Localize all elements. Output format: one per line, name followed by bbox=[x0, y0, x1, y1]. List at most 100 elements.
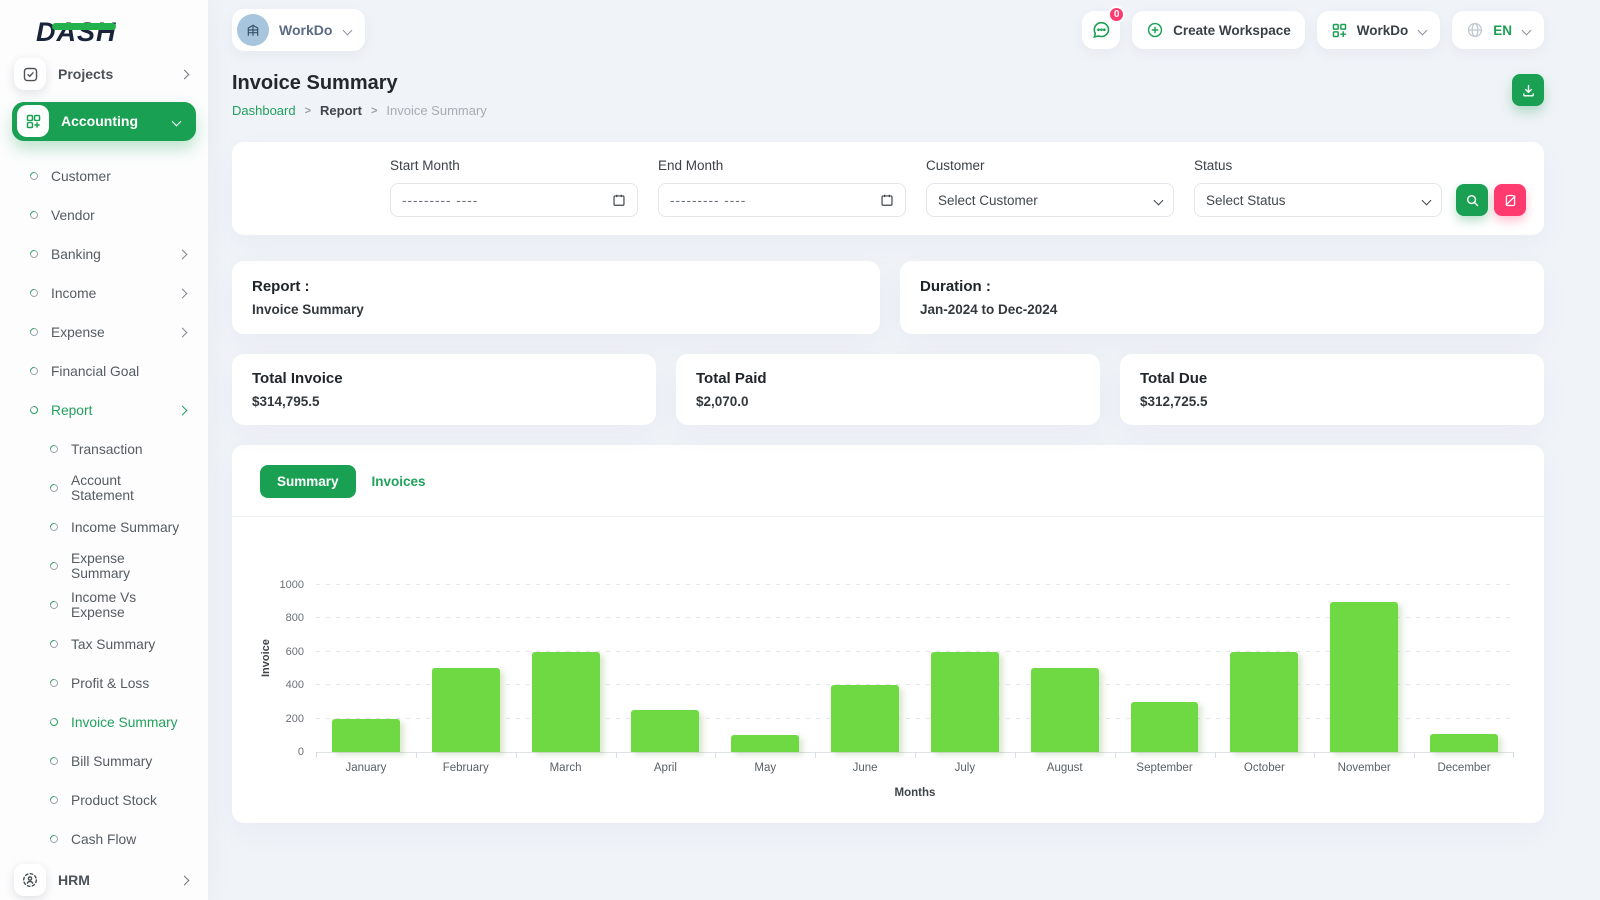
x-tick-label: January bbox=[345, 762, 387, 774]
create-workspace-button[interactable]: Create Workspace bbox=[1132, 11, 1305, 49]
total-paid-label: Total Paid bbox=[696, 370, 767, 387]
sidebar-item-financial-goal[interactable]: Financial Goal bbox=[0, 352, 208, 391]
workspace-avatar bbox=[237, 14, 269, 46]
bullet-icon bbox=[28, 365, 40, 378]
sidebar-item-report[interactable]: Report bbox=[0, 391, 208, 430]
duration-card: Duration : Jan-2024 to Dec-2024 bbox=[900, 261, 1544, 334]
bullet-icon bbox=[48, 794, 60, 807]
tab-invoices[interactable]: Invoices bbox=[370, 465, 428, 498]
y-axis-title: Invoice bbox=[260, 639, 272, 677]
grid-plus-icon bbox=[17, 105, 49, 138]
sidebar-item-cash-flow[interactable]: Cash Flow bbox=[0, 820, 208, 859]
bullet-icon bbox=[48, 560, 60, 573]
bullet-icon bbox=[28, 404, 40, 417]
sidebar-item-tax-summary[interactable]: Tax Summary bbox=[0, 625, 208, 664]
end-month-label: End Month bbox=[658, 158, 724, 173]
x-axis-labels: January February March April May June July Augu… bbox=[316, 762, 1514, 774]
sidebar-item-income-vs-expense[interactable]: Income Vs Expense bbox=[0, 586, 208, 625]
sidebar-item-label: Transaction bbox=[71, 441, 143, 457]
total-invoice-value: $314,795.5 bbox=[252, 394, 320, 409]
hrm-user-icon bbox=[14, 864, 46, 897]
search-button[interactable] bbox=[1456, 184, 1488, 216]
bar-slot-august bbox=[1015, 563, 1115, 752]
reset-filter-button[interactable] bbox=[1494, 184, 1526, 216]
sidebar-item-income-summary[interactable]: Income Summary bbox=[0, 508, 208, 547]
download-button[interactable] bbox=[1512, 74, 1544, 106]
sidebar-item-customer[interactable]: Customer bbox=[0, 157, 208, 196]
breadcrumb-report[interactable]: Report bbox=[320, 103, 362, 118]
bullet-icon bbox=[28, 248, 40, 261]
language-code: EN bbox=[1493, 22, 1512, 38]
workspace-name: WorkDo bbox=[279, 22, 333, 38]
chevron-right-icon bbox=[177, 327, 188, 338]
tab-summary[interactable]: Summary bbox=[260, 465, 356, 498]
sidebar-item-label: Banking bbox=[51, 246, 101, 262]
x-tick-label: February bbox=[442, 762, 489, 774]
sidebar-item-label: Financial Goal bbox=[51, 363, 140, 379]
bar-october bbox=[1230, 652, 1299, 752]
bullet-icon bbox=[48, 677, 60, 690]
start-month-field-group: Start Month bbox=[390, 158, 638, 217]
bullet-icon bbox=[48, 599, 60, 612]
breadcrumb: Dashboard > Report > Invoice Summary bbox=[232, 103, 487, 118]
breadcrumb-dashboard[interactable]: Dashboard bbox=[232, 103, 296, 118]
end-month-input[interactable] bbox=[670, 192, 872, 208]
sidebar-item-transaction[interactable]: Transaction bbox=[0, 430, 208, 469]
sidebar-item-expense[interactable]: Expense bbox=[0, 313, 208, 352]
bar-november bbox=[1330, 602, 1399, 752]
logo[interactable]: DASH bbox=[0, 10, 208, 55]
x-tick-label: May bbox=[754, 762, 777, 774]
sidebar-subitems: Customer Vendor Banking Income Expense Financ… bbox=[0, 149, 208, 859]
sidebar-item-expense-summary[interactable]: Expense Summary bbox=[0, 547, 208, 586]
status-select[interactable]: Select Status bbox=[1194, 183, 1442, 217]
bar-slot-january bbox=[316, 563, 416, 752]
bullet-icon bbox=[48, 482, 60, 495]
messages-badge: 0 bbox=[1108, 6, 1126, 23]
sidebar-item-label: Income bbox=[51, 285, 97, 301]
bar-april bbox=[631, 710, 700, 752]
sidebar-item-bill-summary[interactable]: Bill Summary bbox=[0, 742, 208, 781]
customer-select[interactable]: Select Customer bbox=[926, 183, 1174, 217]
messages-button[interactable]: 0 bbox=[1082, 6, 1126, 49]
end-month-field-group: End Month bbox=[658, 158, 906, 217]
sidebar-item-income[interactable]: Income bbox=[0, 274, 208, 313]
main-content: WorkDo 0 Create Workspace WorkDo EN Invo… bbox=[208, 0, 1600, 900]
language-button[interactable]: EN bbox=[1452, 11, 1544, 49]
invoice-chart: Invoice 0 200 400 600 800 1000 January Februar… bbox=[232, 517, 1544, 799]
start-month-input[interactable] bbox=[402, 192, 604, 208]
sidebar-item-profit-loss[interactable]: Profit & Loss bbox=[0, 664, 208, 703]
report-info-row: Report : Invoice Summary Duration : Jan-… bbox=[232, 261, 1544, 334]
chevron-down-icon bbox=[1153, 195, 1164, 205]
sidebar-item-label: Vendor bbox=[51, 207, 95, 223]
workspace-selector[interactable]: WorkDo bbox=[232, 9, 366, 51]
duration-value: Jan-2024 to Dec-2024 bbox=[920, 302, 1058, 317]
chart-card: Summary Invoices Invoice 0 200 400 600 800 10… bbox=[232, 445, 1544, 823]
sidebar-item-invoice-summary[interactable]: Invoice Summary bbox=[0, 703, 208, 742]
start-month-label: Start Month bbox=[390, 158, 460, 173]
app-switcher-button[interactable]: WorkDo bbox=[1316, 11, 1441, 49]
report-name-card: Report : Invoice Summary bbox=[232, 261, 880, 334]
bar-july bbox=[930, 652, 999, 752]
sidebar-item-banking[interactable]: Banking bbox=[0, 235, 208, 274]
bar-slot-may bbox=[715, 563, 815, 752]
sidebar-item-vendor[interactable]: Vendor bbox=[0, 196, 208, 235]
bar-december bbox=[1430, 734, 1498, 752]
sidebar-item-hrm[interactable]: HRM bbox=[0, 861, 208, 900]
bar-slot-september bbox=[1115, 563, 1215, 752]
sidebar-item-label: Accounting bbox=[61, 113, 138, 130]
sidebar-item-account-statement[interactable]: Account Statement bbox=[0, 469, 208, 508]
bar-slot-november bbox=[1314, 563, 1414, 752]
x-tick-label: June bbox=[852, 762, 878, 774]
page-header: Invoice Summary Dashboard > Report > Inv… bbox=[232, 72, 1544, 118]
sidebar-item-accounting[interactable]: Accounting bbox=[12, 101, 196, 141]
sidebar-item-projects[interactable]: Projects bbox=[0, 55, 208, 94]
sidebar-item-label: Tax Summary bbox=[71, 636, 156, 652]
customer-label: Customer bbox=[926, 158, 985, 173]
y-tick-label: 200 bbox=[285, 712, 304, 725]
bullet-icon bbox=[48, 521, 60, 534]
bar-slot-march bbox=[516, 563, 616, 752]
x-tick-label: July bbox=[954, 762, 976, 774]
chevron-down-icon bbox=[1521, 25, 1532, 35]
sidebar-item-label: Customer bbox=[51, 168, 111, 184]
sidebar-item-product-stock[interactable]: Product Stock bbox=[0, 781, 208, 820]
